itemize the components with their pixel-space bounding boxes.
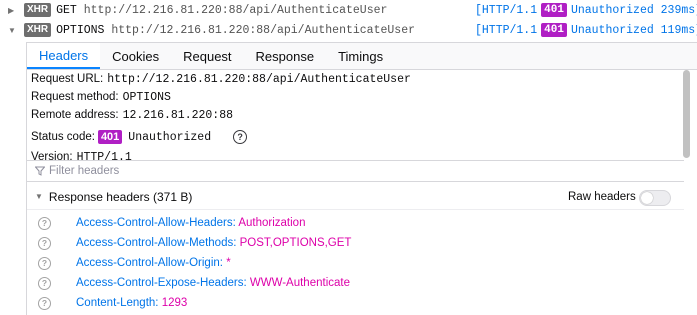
header-value: *: [226, 257, 231, 269]
header-name[interactable]: Content-Length: 1293: [76, 297, 187, 309]
tab-cookies[interactable]: Cookies: [100, 43, 171, 69]
status-code-line: Status code: 401 Unauthorized ?: [31, 126, 248, 148]
status-code-badge: 401: [97, 130, 123, 144]
tab-response[interactable]: Response: [244, 43, 327, 69]
question-circle-icon[interactable]: ?: [38, 236, 51, 250]
protocol-text: [HTTP/1.1: [475, 3, 538, 17]
status-time-text: Unauthorized 119ms]: [570, 23, 697, 37]
raw-headers-toggle[interactable]: [639, 190, 671, 206]
question-circle-icon[interactable]: ?: [233, 130, 248, 144]
triangle-down-icon[interactable]: ▼: [8, 26, 18, 35]
header-row: ? Access-Control-Allow-Methods: POST,OPT…: [27, 233, 684, 253]
remote-address-value: 12.216.81.220:88: [122, 108, 233, 122]
question-circle-icon[interactable]: ?: [38, 216, 51, 230]
request-method: GET: [56, 3, 77, 17]
request-status: [HTTP/1.1 401 Unauthorized 239ms]: [475, 3, 697, 17]
status-code-badge: 401: [541, 3, 567, 17]
header-name[interactable]: Access-Control-Allow-Headers: Authorizat…: [76, 217, 305, 229]
details-tab-bar: Headers Cookies Request Response Timings: [27, 43, 697, 70]
question-circle-icon[interactable]: ?: [38, 256, 51, 270]
header-name[interactable]: Access-Control-Allow-Methods: POST,OPTIO…: [76, 237, 351, 249]
header-value: 1293: [161, 297, 188, 309]
filter-bar: [27, 160, 684, 182]
response-headers-title: Response headers (371 B): [48, 189, 193, 204]
request-url-line: Request URL: http://12.216.81.220:88/api…: [31, 70, 411, 88]
response-headers-section-header[interactable]: ▼ Response headers (371 B) Raw headers: [27, 184, 684, 210]
header-name[interactable]: Access-Control-Allow-Origin: *: [76, 257, 231, 269]
tab-timings[interactable]: Timings: [326, 43, 395, 69]
remote-address-line: Remote address: 12.216.81.220:88: [31, 106, 233, 124]
status-code-badge: 401: [541, 23, 567, 37]
request-status: [HTTP/1.1 401 Unauthorized 119ms]: [475, 23, 697, 37]
request-method-label: Request method:: [31, 91, 119, 103]
header-value: POST,OPTIONS,GET: [239, 237, 352, 249]
request-url-value[interactable]: http://12.216.81.220:88/api/Authenticate…: [107, 73, 411, 86]
remote-address-label: Remote address:: [31, 109, 119, 121]
request-details-panel: Headers Cookies Request Response Timings…: [26, 42, 697, 315]
request-row-get[interactable]: ▶ XHR GET http://12.216.81.220:88/api/Au…: [0, 0, 697, 20]
xhr-badge: XHR: [24, 3, 52, 17]
request-method: OPTIONS: [56, 23, 105, 37]
toggle-knob: [641, 192, 653, 204]
triangle-right-icon[interactable]: ▶: [8, 6, 18, 15]
question-circle-icon[interactable]: ?: [38, 296, 51, 310]
request-row-options[interactable]: ▼ XHR OPTIONS http://12.216.81.220:88/ap…: [0, 20, 697, 40]
header-row: ? Access-Control-Expose-Headers: WWW-Aut…: [27, 273, 684, 293]
xhr-badge: XHR: [24, 23, 52, 37]
tab-request[interactable]: Request: [171, 43, 243, 69]
request-summary: OPTIONS http://12.216.81.220:88/api/Auth…: [56, 24, 415, 37]
request-summary: GET http://12.216.81.220:88/api/Authenti…: [56, 4, 387, 17]
header-row: ? Content-Length: 1293: [27, 293, 684, 313]
question-circle-icon[interactable]: ?: [38, 276, 51, 290]
funnel-icon: [35, 166, 45, 176]
status-text: Unauthorized: [128, 130, 212, 144]
request-url: http://12.216.81.220:88/api/Authenticate…: [83, 3, 388, 17]
protocol-text: [HTTP/1.1: [475, 23, 538, 37]
header-row: ? Access-Control-Allow-Origin: *: [27, 253, 684, 273]
request-url-label: Request URL:: [31, 73, 104, 85]
status-code-label: Status code:: [31, 131, 95, 143]
header-row: ? Access-Control-Allow-Headers: Authoriz…: [27, 213, 684, 233]
filter-headers-input[interactable]: [49, 165, 449, 177]
header-name[interactable]: Access-Control-Expose-Headers: WWW-Authe…: [76, 277, 350, 289]
tab-headers[interactable]: Headers: [27, 43, 101, 69]
request-method-value: OPTIONS: [122, 90, 171, 104]
request-method-line: Request method: OPTIONS: [31, 88, 171, 106]
header-value: WWW-Authenticate: [249, 277, 350, 289]
request-url: http://12.216.81.220:88/api/Authenticate…: [111, 23, 415, 37]
details-scrollbar[interactable]: [682, 70, 691, 315]
status-time-text: Unauthorized 239ms]: [570, 3, 697, 17]
header-value: Authorization: [238, 217, 306, 229]
triangle-down-icon[interactable]: ▼: [35, 192, 43, 201]
raw-headers-label: Raw headers: [568, 190, 636, 203]
scrollbar-thumb[interactable]: [683, 70, 690, 158]
